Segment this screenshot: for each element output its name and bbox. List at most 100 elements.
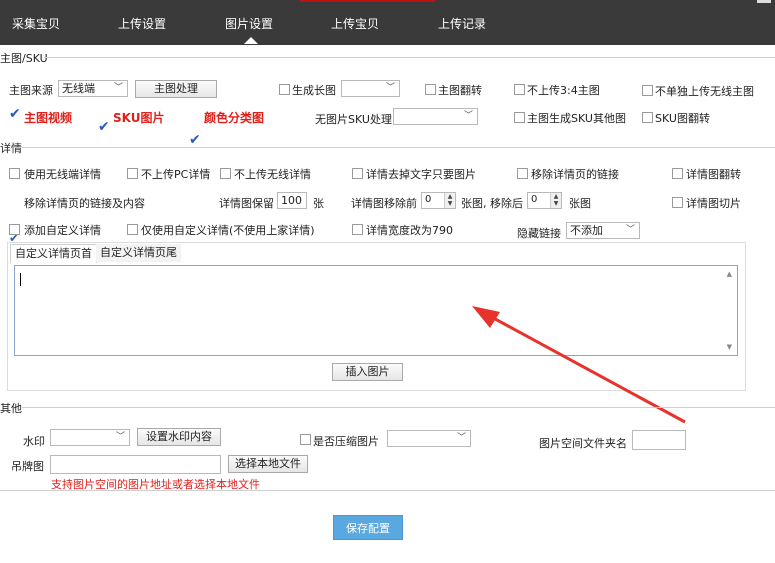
sku-flip-checkbox[interactable] [642, 112, 653, 123]
stepper-arrows-icon[interactable]: ▲ ▼ [550, 193, 561, 208]
hidden-link-select[interactable]: 不添加 ﹀ [566, 222, 640, 239]
flip-main-checkbox[interactable] [425, 84, 436, 95]
annotation-arrow-icon [472, 306, 686, 424]
tab-image-settings[interactable]: 图片设置 [225, 15, 273, 32]
no-upload-34-checkbox[interactable] [514, 84, 525, 95]
subtab-custom-header[interactable]: 自定义详情页首 [10, 244, 97, 263]
only-custom-label: 仅使用自定义详情(不使用上家详情) [141, 224, 315, 237]
tab-upload-items[interactable]: 上传宝贝 [331, 15, 379, 32]
section-title-other: 其他 [0, 402, 22, 415]
use-wireless-checkbox[interactable] [9, 168, 20, 179]
no-separate-wireless-checkbox[interactable] [642, 85, 653, 96]
tab-upload-settings[interactable]: 上传设置 [118, 15, 166, 32]
remove-links-content-label: 移除详情页的链接及内容 [24, 197, 145, 210]
sku-flip-label: SKU图翻转 [655, 112, 710, 125]
remove-front-label: 详情图移除前 [351, 197, 417, 210]
save-config-button[interactable]: 保存配置 [333, 515, 403, 540]
main-gen-sku-other-label: 主图生成SKU其他图 [527, 112, 626, 125]
chevron-down-icon: ﹀ [456, 433, 466, 443]
add-custom-label: 添加自定义详情 [24, 224, 101, 237]
hidden-link-label: 隐藏链接 [517, 227, 561, 240]
main-gen-sku-other-checkbox[interactable] [514, 112, 525, 123]
use-wireless-label: 使用无线端详情 [24, 168, 101, 181]
strip-text-label: 详情去掉文字只要图片 [366, 168, 476, 181]
width-790-checkbox[interactable] [352, 224, 363, 235]
section-title-main-image: 主图/SKU [0, 52, 48, 65]
no-pc-label: 不上传PC详情 [141, 168, 211, 181]
cut-detail-checkbox[interactable] [672, 197, 683, 208]
stepper-arrows-icon[interactable]: ▲ ▼ [444, 193, 455, 208]
section-divider [44, 57, 775, 58]
remove-back-label: 张图, 移除后 [461, 197, 523, 210]
checkmark-icon: ✔ [189, 132, 201, 148]
main-video-checkbox[interactable]: ✔ [9, 106, 22, 123]
compress-checkbox[interactable] [300, 434, 311, 445]
remove-front-stepper[interactable]: 0 ▲ ▼ [421, 192, 456, 209]
width-790-label: 详情宽度改为790 [366, 224, 453, 237]
active-indicator-line [300, 0, 435, 2]
watermark-select[interactable]: ﹀ [50, 429, 130, 446]
compress-label: 是否压缩图片 [313, 435, 379, 448]
insert-image-button[interactable]: 插入图片 [332, 363, 403, 381]
no-separate-wireless-label: 不单独上传无线主图 [655, 85, 754, 98]
window-control[interactable] [757, 0, 771, 3]
top-nav-bar [0, 0, 775, 45]
gen-long-image-label: 生成长图 [292, 84, 336, 97]
keep-detail-input[interactable]: 100 [277, 192, 307, 209]
no-wireless-label: 不上传无线详情 [234, 168, 311, 181]
section-title-details: 详情 [0, 142, 22, 155]
compress-select[interactable]: ﹀ [387, 430, 471, 447]
subtab-custom-footer[interactable]: 自定义详情页尾 [96, 244, 181, 262]
no-wireless-checkbox[interactable] [220, 168, 231, 179]
checkmark-icon: ✔ [9, 106, 21, 122]
cut-detail-label: 详情图切片 [686, 197, 741, 210]
tab-upload-records[interactable]: 上传记录 [438, 15, 486, 32]
chevron-down-icon: ﹀ [463, 111, 473, 121]
active-tab-caret-icon [244, 37, 258, 44]
no-pc-checkbox[interactable] [127, 168, 138, 179]
scroll-up-icon[interactable]: ▲ [727, 270, 732, 278]
main-image-source-label: 主图来源 [9, 84, 53, 97]
color-category-label: 颜色分类图 [204, 111, 265, 125]
folder-name-label: 图片空间文件夹名 [539, 437, 627, 450]
strip-text-checkbox[interactable] [352, 168, 363, 179]
text-cursor [20, 273, 21, 286]
no-sku-image-label: 无图片SKU处理 [315, 113, 392, 126]
chevron-down-icon: ﹀ [113, 83, 123, 93]
folder-name-input[interactable] [632, 430, 686, 450]
remove-back-stepper[interactable]: 0 ▲ ▼ [527, 192, 562, 209]
chevron-down-icon: ﹀ [385, 83, 395, 93]
choose-local-file-button[interactable]: 选择本地文件 [228, 455, 308, 473]
flip-detail-checkbox[interactable] [672, 168, 683, 179]
section-divider [22, 147, 775, 148]
sku-image-checkbox[interactable]: ✔ [98, 119, 111, 136]
no-sku-image-select[interactable]: ﹀ [393, 108, 478, 125]
keep-detail-unit: 张 [313, 197, 324, 210]
checkmark-icon: ✔ [98, 119, 110, 135]
tab-collect-items[interactable]: 采集宝贝 [12, 15, 60, 32]
watermark-label: 水印 [23, 435, 45, 448]
watermark-content-button[interactable]: 设置水印内容 [137, 428, 221, 446]
keep-detail-label: 详情图保留 [219, 197, 274, 210]
main-image-process-button[interactable]: 主图处理 [135, 80, 217, 98]
gen-long-image-checkbox[interactable] [279, 84, 290, 95]
gen-long-image-select[interactable]: ﹀ [341, 80, 400, 97]
main-video-label: 主图视频 [24, 111, 73, 125]
add-custom-checkbox[interactable] [9, 224, 20, 235]
chevron-down-icon: ﹀ [625, 225, 635, 235]
footer-divider [0, 490, 775, 491]
section-divider [22, 407, 775, 408]
remove-links-label: 移除详情页的链接 [531, 168, 619, 181]
only-custom-checkbox[interactable] [127, 224, 138, 235]
main-image-source-select[interactable]: 无线端 ﹀ [58, 80, 128, 97]
remove-unit: 张图 [569, 197, 591, 210]
no-upload-34-label: 不上传3:4主图 [527, 84, 600, 97]
remove-links-checkbox[interactable] [517, 168, 528, 179]
sku-image-label: SKU图片 [113, 111, 165, 125]
flip-detail-label: 详情图翻转 [686, 168, 741, 181]
tag-image-label: 吊牌图 [11, 460, 44, 473]
scroll-down-icon[interactable]: ▼ [727, 343, 732, 351]
flip-main-label: 主图翻转 [438, 84, 482, 97]
tag-image-input[interactable] [50, 455, 221, 474]
chevron-down-icon: ﹀ [115, 432, 125, 442]
